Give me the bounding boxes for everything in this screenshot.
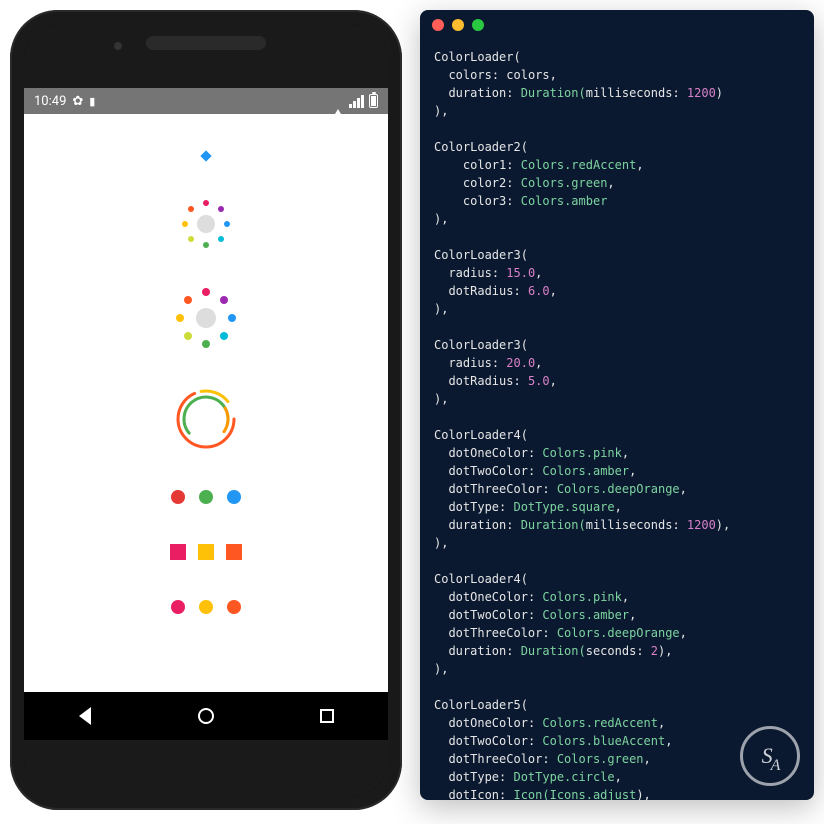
sd-card-icon: ▮ bbox=[89, 95, 95, 108]
window-titlebar bbox=[420, 10, 814, 40]
app-screen bbox=[24, 114, 388, 692]
code-terminal: ColorLoader( colors: colors, duration: D… bbox=[420, 10, 814, 800]
status-time: 10:49 bbox=[34, 94, 66, 109]
phone-frame: 10:49 ✿ ▮ bbox=[10, 10, 402, 810]
nav-back-button[interactable] bbox=[76, 707, 94, 725]
phone-top-bezel bbox=[24, 24, 388, 88]
color-loader-4-squares bbox=[170, 544, 242, 560]
color-loader-2 bbox=[182, 200, 230, 248]
close-icon[interactable] bbox=[432, 19, 444, 31]
color-loader-4-circles bbox=[171, 490, 241, 504]
phone-speaker bbox=[146, 36, 266, 50]
phone-screen-area: 10:49 ✿ ▮ bbox=[24, 24, 388, 796]
minimize-icon[interactable] bbox=[452, 19, 464, 31]
nav-home-button[interactable] bbox=[197, 707, 215, 725]
phone-bottom-bezel bbox=[24, 740, 388, 796]
code-content: ColorLoader( colors: colors, duration: D… bbox=[420, 40, 814, 800]
color-loader-5 bbox=[171, 600, 241, 614]
watermark-logo: SA bbox=[740, 726, 800, 786]
color-loader-3 bbox=[176, 288, 236, 348]
color-loader-arc bbox=[175, 388, 237, 450]
wifi-icon bbox=[332, 94, 344, 109]
nav-recent-button[interactable] bbox=[318, 707, 336, 725]
battery-icon bbox=[369, 94, 378, 108]
color-loader-1 bbox=[200, 150, 211, 161]
android-nav-bar bbox=[24, 692, 388, 740]
gear-icon: ✿ bbox=[72, 94, 83, 109]
maximize-icon[interactable] bbox=[472, 19, 484, 31]
phone-sensor bbox=[114, 42, 122, 50]
signal-icon bbox=[349, 95, 364, 108]
status-bar: 10:49 ✿ ▮ bbox=[24, 88, 388, 114]
